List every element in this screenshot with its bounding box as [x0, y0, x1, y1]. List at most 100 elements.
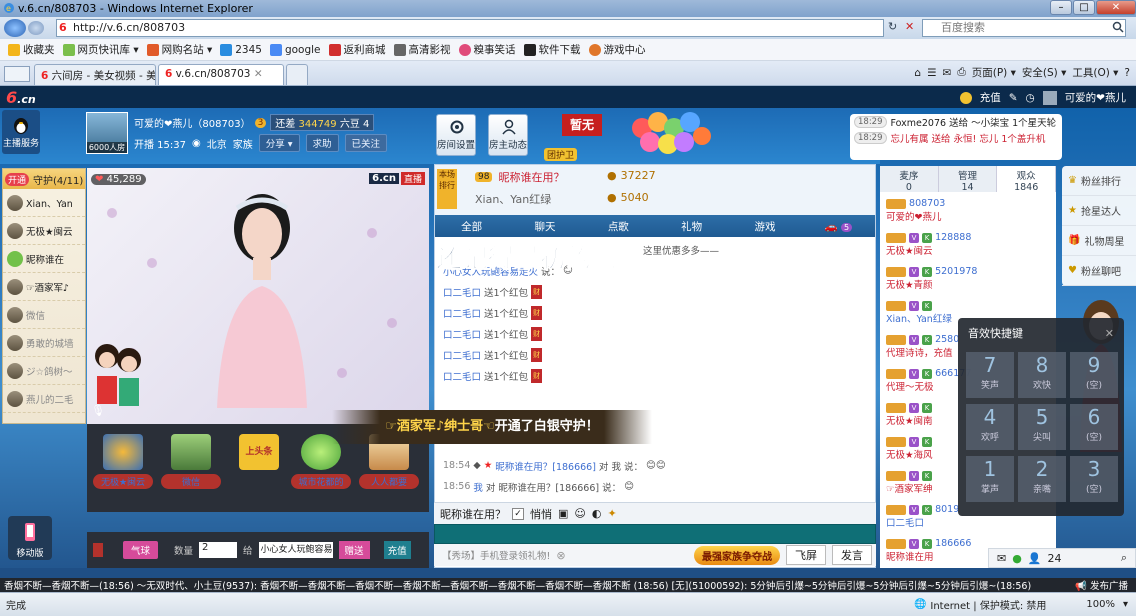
gift-item[interactable]: 无极★闽云	[93, 434, 153, 500]
gift-effect-icon[interactable]: ✦	[607, 507, 616, 520]
fly-screen-button[interactable]: 飞屏	[786, 545, 826, 565]
tab-all[interactable]: 全部	[435, 219, 508, 234]
fav-item-games[interactable]: 游戏中心	[588, 42, 646, 57]
mail-icon[interactable]: ✉	[943, 67, 952, 79]
recipient-select[interactable]: 小心女人玩鲍容易	[258, 542, 333, 558]
list-item[interactable]: 无极★闽云	[3, 217, 85, 245]
favorites-button[interactable]: 收藏夹	[8, 42, 55, 57]
close-tip-icon[interactable]: ⊗	[556, 549, 565, 562]
home-icon[interactable]: ⌂	[914, 67, 921, 79]
minimize-button[interactable]: –	[1050, 0, 1072, 15]
hotkey-3[interactable]: 3 (空)	[1070, 456, 1118, 502]
host-dynamic-button[interactable]: 房主动态	[488, 114, 528, 156]
recharge-link[interactable]: 充值	[980, 90, 1001, 105]
hotkey-1[interactable]: 1 掌声	[966, 456, 1014, 502]
user-item[interactable]: V K 128888 无极★闽云	[886, 232, 1052, 257]
image-icon[interactable]: ▣	[558, 507, 568, 520]
feeds-icon[interactable]: ☰	[927, 67, 936, 79]
tab-gifts[interactable]: 礼物	[655, 219, 728, 234]
zoom-level[interactable]: 100%	[1086, 599, 1115, 610]
new-tab-button[interactable]	[286, 64, 308, 85]
send-message-button[interactable]: 发言	[832, 545, 872, 565]
host-service-button[interactable]: 主播服务	[2, 110, 40, 154]
host-name[interactable]: 可爱的❤燕儿（808703）	[134, 115, 251, 130]
stop-icon[interactable]: ✕	[905, 20, 914, 33]
followed-button[interactable]: 已关注	[344, 134, 388, 152]
send-gift-button[interactable]: 赠送	[338, 541, 370, 559]
host-avatar[interactable]: 6000人房	[86, 112, 128, 154]
help-request-button[interactable]: 求助	[305, 134, 339, 152]
tab-mic-queue[interactable]: 麦序 0	[880, 166, 939, 193]
close-hotkeys-icon[interactable]: ✕	[1105, 327, 1114, 340]
open-guard-button[interactable]: 开通	[5, 172, 30, 186]
list-item[interactable]: 微信	[3, 301, 85, 329]
family-battle-button[interactable]: 最强家族争夺战	[694, 545, 780, 565]
fav-item-webslice[interactable]: 网页快讯库 ▾	[62, 42, 139, 57]
fav-item-download[interactable]: 软件下载	[523, 42, 581, 57]
search-icon[interactable]	[1112, 21, 1124, 33]
chat-input[interactable]	[434, 524, 876, 544]
tab-6room-home[interactable]: 6 六间房 - 美女视频 - 美女...	[34, 64, 156, 85]
publish-broadcast-button[interactable]: 📢 发布广播	[1067, 578, 1136, 592]
site-logo[interactable]: 6.cn	[6, 88, 36, 107]
back-button[interactable]	[4, 19, 26, 37]
fans-chat-link[interactable]: ♥ 粉丝聊吧	[1062, 256, 1136, 286]
hotkey-7[interactable]: 7 笑声	[966, 352, 1014, 398]
list-item[interactable]: 勇敢的城墙	[3, 329, 85, 357]
quantity-input[interactable]: 2	[199, 542, 238, 558]
tab-audience[interactable]: 观众 1846	[997, 166, 1057, 193]
hotkey-6[interactable]: 6 (空)	[1070, 404, 1118, 450]
fav-item-rebate[interactable]: 返利商城	[328, 42, 386, 57]
tab-chat[interactable]: 聊天	[508, 219, 581, 234]
whisper-checkbox[interactable]: ✓	[512, 507, 524, 520]
close-window-button[interactable]: ✕	[1096, 0, 1136, 15]
message-icon[interactable]: ✉	[997, 552, 1006, 565]
user-item[interactable]: 808703 可爱的❤燕儿	[886, 198, 1052, 223]
topnav-username[interactable]: 可爱的❤燕儿	[1065, 90, 1126, 105]
list-item[interactable]: 燕儿的二毛	[3, 385, 85, 413]
user-search-icon[interactable]: ⌕	[1121, 551, 1127, 565]
list-item[interactable]: ☞酒家军♪	[3, 273, 85, 301]
gift-type-select[interactable]: 气球	[123, 541, 159, 559]
guard-status-badge[interactable]: 暂无	[562, 114, 602, 136]
tab-admins[interactable]: 管理 14	[939, 166, 998, 193]
refresh-icon[interactable]: ↻	[888, 20, 897, 33]
fav-item-video[interactable]: 高清影视	[393, 42, 451, 57]
hotkey-4[interactable]: 4 欢呼	[966, 404, 1014, 450]
tab-songs[interactable]: 点歌	[582, 219, 655, 234]
fav-item-jokes[interactable]: 糗事笑话	[458, 42, 516, 57]
recharge-button[interactable]: 充值	[383, 541, 411, 559]
gift-week-star-link[interactable]: 🎁 礼物周星	[1062, 226, 1136, 256]
room-settings-button[interactable]: 房间设置	[436, 114, 476, 156]
safety-menu[interactable]: 安全(S) ▾	[1022, 65, 1066, 80]
list-item[interactable]: ジ☆鸽树〜	[3, 357, 85, 385]
fav-item-google[interactable]: google	[269, 43, 321, 56]
fans-rank-link[interactable]: ♛ 粉丝排行	[1062, 166, 1136, 196]
headline-item[interactable]: 上头条	[229, 434, 289, 500]
quick-tabs-button[interactable]	[4, 66, 30, 82]
second-fan-row[interactable]: Xian、Yan红绿	[475, 191, 551, 207]
fav-item-shopping[interactable]: 网购名站 ▾	[146, 42, 212, 57]
hotkey-9[interactable]: 9 (空)	[1070, 352, 1118, 398]
guard-team-badge[interactable]: 团护卫	[544, 148, 578, 161]
clock-icon[interactable]: ◷	[1026, 92, 1035, 104]
hotkey-2[interactable]: 2 亲嘴	[1018, 456, 1066, 502]
mic-icon[interactable]: 🎙	[91, 404, 105, 417]
forward-button[interactable]	[28, 21, 44, 35]
fav-item-2345[interactable]: 2345	[220, 43, 262, 56]
chat-target-select[interactable]: 昵称谁在用？	[440, 506, 506, 522]
url-input[interactable]: http://v.6.cn/808703	[56, 19, 884, 37]
mobile-tip-link[interactable]: 【秀场】手机登录领礼物!	[442, 548, 550, 562]
hotkey-8[interactable]: 8 欢快	[1018, 352, 1066, 398]
top-fan-row[interactable]: 98 昵称谁在用？	[475, 169, 564, 185]
tab-current-room[interactable]: 6 v.6.cn/808703 ✕	[158, 64, 284, 85]
color-icon[interactable]: ◐	[592, 507, 602, 520]
emoji-picker-icon[interactable]: ☺	[574, 507, 585, 520]
page-menu[interactable]: 页面(P) ▾	[972, 65, 1016, 80]
search-input[interactable]: 百度搜索	[922, 19, 1126, 37]
user-avatar[interactable]	[1042, 90, 1057, 105]
print-icon[interactable]: ⎙	[957, 66, 965, 79]
user-item[interactable]: V K 5201978 无极★青颜	[886, 266, 1052, 291]
share-button[interactable]: 分享 ▾	[258, 134, 300, 152]
star-catcher-link[interactable]: ★ 抢星达人	[1062, 196, 1136, 226]
